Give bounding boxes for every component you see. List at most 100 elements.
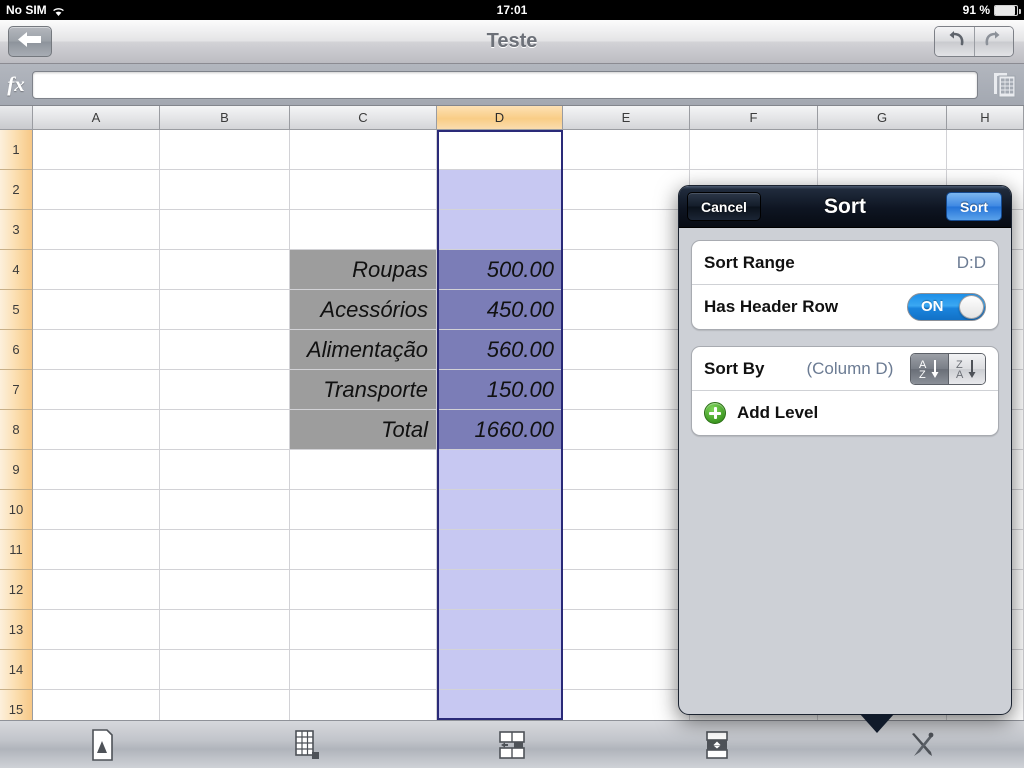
cell-D13[interactable] (437, 610, 563, 650)
sort-by-row[interactable]: Sort By (Column D) A Z Z A (692, 347, 998, 391)
cell-G1[interactable] (818, 130, 947, 170)
cell-A11[interactable] (33, 530, 160, 570)
cell-A3[interactable] (33, 210, 160, 250)
cell-C5[interactable]: Acessórios (290, 290, 437, 330)
row-header-13[interactable]: 13 (0, 610, 33, 650)
row-header-10[interactable]: 10 (0, 490, 33, 530)
cell-F1[interactable] (690, 130, 818, 170)
insert-cells-icon[interactable] (410, 721, 615, 768)
column-header-b[interactable]: B (160, 106, 290, 130)
has-header-toggle[interactable]: ON (907, 293, 986, 321)
cell-A12[interactable] (33, 570, 160, 610)
cell-D5[interactable]: 450.00 (437, 290, 563, 330)
cell-C8[interactable]: Total (290, 410, 437, 450)
cell-D2[interactable] (437, 170, 563, 210)
cell-B7[interactable] (160, 370, 290, 410)
cell-D6[interactable]: 560.00 (437, 330, 563, 370)
document-setup-icon[interactable] (0, 721, 205, 768)
cell-A10[interactable] (33, 490, 160, 530)
undo-button[interactable] (935, 27, 974, 56)
cell-E3[interactable] (563, 210, 690, 250)
column-header-d[interactable]: D (437, 106, 563, 130)
cell-B5[interactable] (160, 290, 290, 330)
cell-D1[interactable] (437, 130, 563, 170)
cell-B8[interactable] (160, 410, 290, 450)
cell-E7[interactable] (563, 370, 690, 410)
cell-E9[interactable] (563, 450, 690, 490)
formula-input[interactable] (32, 70, 978, 99)
row-header-7[interactable]: 7 (0, 370, 33, 410)
cell-A5[interactable] (33, 290, 160, 330)
cell-B9[interactable] (160, 450, 290, 490)
cell-E5[interactable] (563, 290, 690, 330)
merge-cells-icon[interactable] (614, 721, 819, 768)
cell-A1[interactable] (33, 130, 160, 170)
tools-icon[interactable] (819, 721, 1024, 768)
cell-E10[interactable] (563, 490, 690, 530)
column-header-f[interactable]: F (690, 106, 818, 130)
row-header-2[interactable]: 2 (0, 170, 33, 210)
cell-A8[interactable] (33, 410, 160, 450)
cell-B12[interactable] (160, 570, 290, 610)
sheets-icon[interactable] (986, 72, 1024, 98)
cell-A7[interactable] (33, 370, 160, 410)
cell-D4[interactable]: 500.00 (437, 250, 563, 290)
row-header-8[interactable]: 8 (0, 410, 33, 450)
cell-B6[interactable] (160, 330, 290, 370)
sort-range-row[interactable]: Sort Range D:D (692, 241, 998, 285)
cell-C11[interactable] (290, 530, 437, 570)
cell-B14[interactable] (160, 650, 290, 690)
cell-C4[interactable]: Roupas (290, 250, 437, 290)
cell-C1[interactable] (290, 130, 437, 170)
cell-C12[interactable] (290, 570, 437, 610)
row-header-11[interactable]: 11 (0, 530, 33, 570)
cell-E11[interactable] (563, 530, 690, 570)
cell-E6[interactable] (563, 330, 690, 370)
cell-E2[interactable] (563, 170, 690, 210)
cell-H1[interactable] (947, 130, 1024, 170)
sort-descending-icon[interactable]: Z A (948, 353, 985, 384)
cell-A2[interactable] (33, 170, 160, 210)
cell-E14[interactable] (563, 650, 690, 690)
cell-D7[interactable]: 150.00 (437, 370, 563, 410)
cell-B10[interactable] (160, 490, 290, 530)
cell-E1[interactable] (563, 130, 690, 170)
cell-C3[interactable] (290, 210, 437, 250)
function-icon[interactable]: fx (0, 72, 32, 97)
cell-E13[interactable] (563, 610, 690, 650)
cell-D9[interactable] (437, 450, 563, 490)
cell-B4[interactable] (160, 250, 290, 290)
cell-D8[interactable]: 1660.00 (437, 410, 563, 450)
cell-C7[interactable]: Transporte (290, 370, 437, 410)
row-header-3[interactable]: 3 (0, 210, 33, 250)
cell-B13[interactable] (160, 610, 290, 650)
cell-B11[interactable] (160, 530, 290, 570)
column-header-c[interactable]: C (290, 106, 437, 130)
row-header-4[interactable]: 4 (0, 250, 33, 290)
cell-E8[interactable] (563, 410, 690, 450)
row-header-14[interactable]: 14 (0, 650, 33, 690)
add-level-row[interactable]: Add Level (692, 391, 998, 435)
cell-B3[interactable] (160, 210, 290, 250)
cell-B1[interactable] (160, 130, 290, 170)
cell-C14[interactable] (290, 650, 437, 690)
cell-E4[interactable] (563, 250, 690, 290)
row-header-5[interactable]: 5 (0, 290, 33, 330)
cell-C9[interactable] (290, 450, 437, 490)
sort-ascending-icon[interactable]: A Z (911, 353, 948, 384)
cell-D10[interactable] (437, 490, 563, 530)
cell-B2[interactable] (160, 170, 290, 210)
table-icon[interactable] (205, 721, 410, 768)
row-header-1[interactable]: 1 (0, 130, 33, 170)
cell-C10[interactable] (290, 490, 437, 530)
redo-button[interactable] (974, 27, 1013, 56)
cell-A9[interactable] (33, 450, 160, 490)
column-header-e[interactable]: E (563, 106, 690, 130)
cell-D14[interactable] (437, 650, 563, 690)
cell-D12[interactable] (437, 570, 563, 610)
row-header-12[interactable]: 12 (0, 570, 33, 610)
cell-C13[interactable] (290, 610, 437, 650)
cell-A6[interactable] (33, 330, 160, 370)
row-header-9[interactable]: 9 (0, 450, 33, 490)
cell-C6[interactable]: Alimentação (290, 330, 437, 370)
